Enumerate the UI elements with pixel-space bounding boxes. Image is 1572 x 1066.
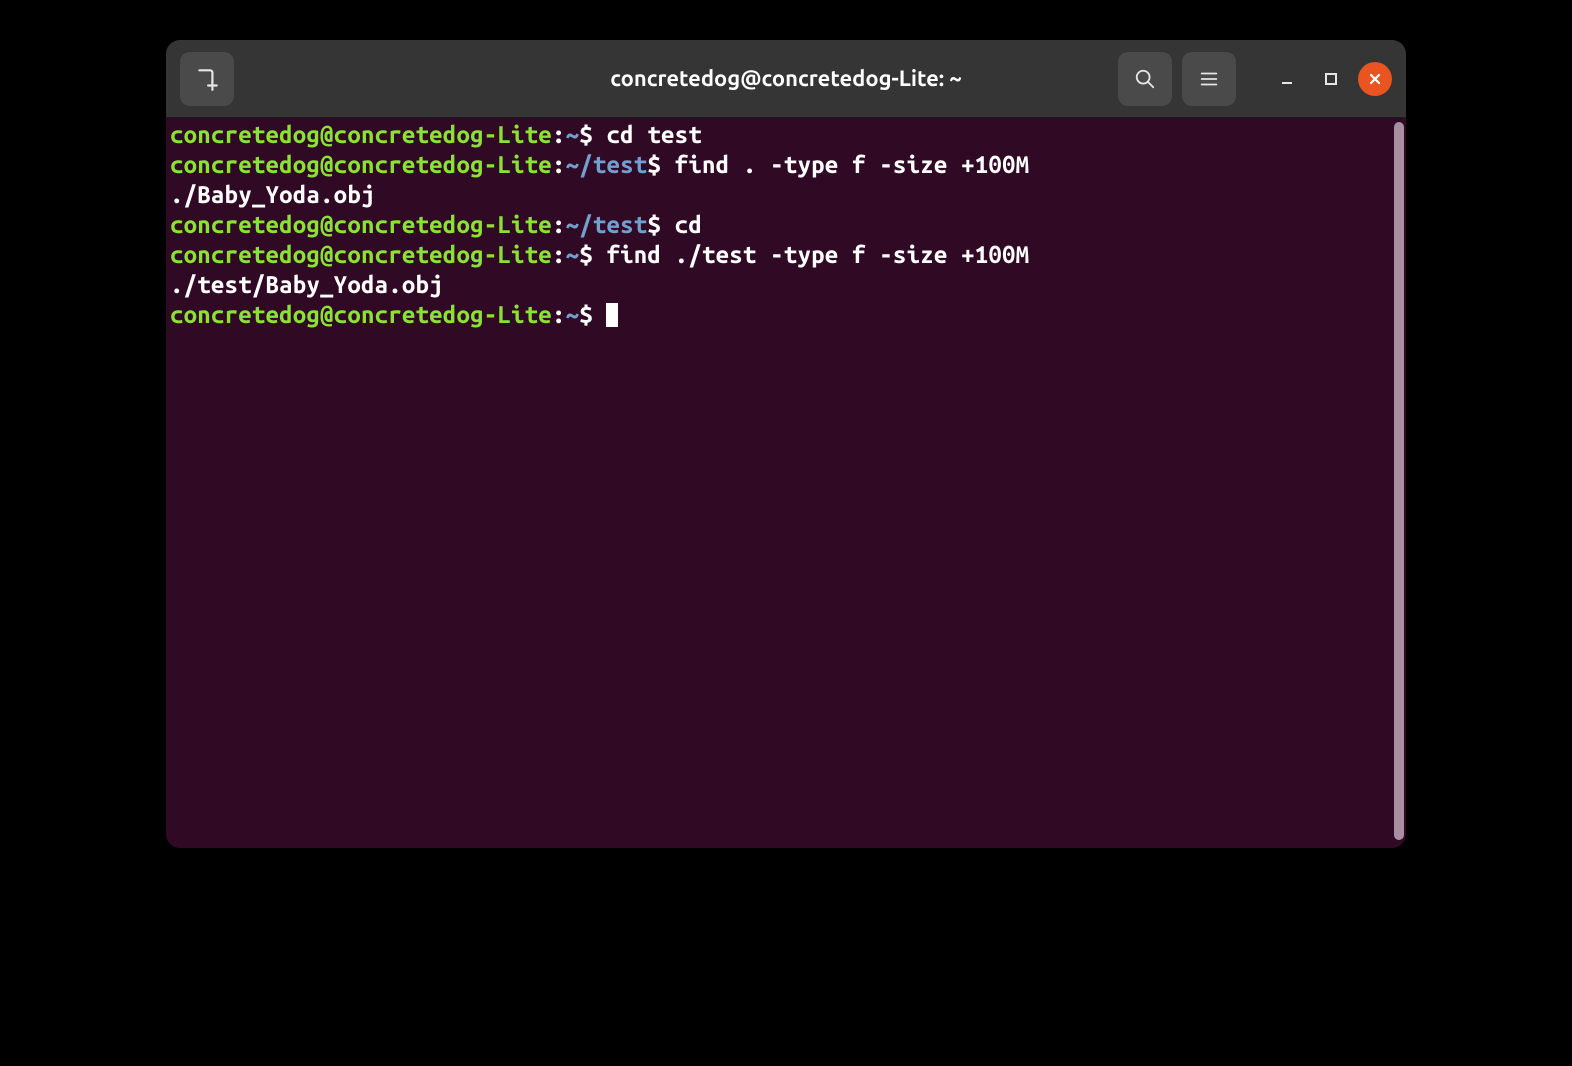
scrollbar-thumb[interactable] — [1394, 122, 1404, 840]
terminal-line: concretedog@concretedog-Lite:~/test$ fin… — [170, 150, 1390, 180]
prompt-dollar: $ — [579, 121, 593, 148]
prompt-path: ~/test — [566, 151, 648, 178]
prompt-path: ~ — [566, 241, 580, 268]
output-text: ./Baby_Yoda.obj — [170, 181, 375, 208]
terminal-line: concretedog@concretedog-Lite:~/test$ cd — [170, 210, 1390, 240]
output-text: ./test/Baby_Yoda.obj — [170, 271, 443, 298]
terminal-line: concretedog@concretedog-Lite:~$ cd test — [170, 120, 1390, 150]
command-text: cd — [661, 211, 702, 238]
command-text: find ./test -type f -size +100M — [593, 241, 1029, 268]
prompt-user: concretedog@concretedog-Lite — [170, 121, 552, 148]
cursor — [606, 303, 618, 327]
search-icon — [1134, 68, 1156, 90]
prompt-separator: : — [552, 121, 566, 148]
command-text: cd test — [593, 121, 702, 148]
titlebar: concretedog@concretedog-Lite: ~ — [166, 40, 1406, 118]
maximize-icon — [1324, 72, 1338, 86]
command-text: find . -type f -size +100M — [661, 151, 1029, 178]
terminal-viewport: concretedog@concretedog-Lite:~$ cd testc… — [166, 118, 1406, 848]
terminal-line: ./Baby_Yoda.obj — [170, 180, 1390, 210]
prompt-user: concretedog@concretedog-Lite — [170, 211, 552, 238]
prompt-user: concretedog@concretedog-Lite — [170, 301, 552, 328]
prompt-dollar: $ — [579, 241, 593, 268]
terminal-line: concretedog@concretedog-Lite:~$ find ./t… — [170, 240, 1390, 270]
new-tab-icon — [194, 66, 220, 92]
close-icon — [1368, 72, 1382, 86]
prompt-path: ~ — [566, 121, 580, 148]
prompt-path: ~ — [566, 301, 580, 328]
maximize-button[interactable] — [1314, 62, 1348, 96]
terminal-line: concretedog@concretedog-Lite:~$ — [170, 300, 1390, 330]
prompt-user: concretedog@concretedog-Lite — [170, 241, 552, 268]
new-tab-button[interactable] — [180, 52, 234, 106]
command-text — [593, 301, 607, 328]
minimize-icon — [1279, 71, 1295, 87]
prompt-user: concretedog@concretedog-Lite — [170, 151, 552, 178]
prompt-dollar: $ — [647, 211, 661, 238]
terminal-content[interactable]: concretedog@concretedog-Lite:~$ cd testc… — [166, 118, 1392, 848]
prompt-dollar: $ — [579, 301, 593, 328]
prompt-separator: : — [552, 241, 566, 268]
scrollbar[interactable] — [1392, 118, 1406, 848]
prompt-separator: : — [552, 211, 566, 238]
close-button[interactable] — [1358, 62, 1392, 96]
prompt-separator: : — [552, 301, 566, 328]
prompt-dollar: $ — [647, 151, 661, 178]
hamburger-menu-button[interactable] — [1182, 52, 1236, 106]
search-button[interactable] — [1118, 52, 1172, 106]
prompt-separator: : — [552, 151, 566, 178]
minimize-button[interactable] — [1270, 62, 1304, 96]
hamburger-icon — [1198, 68, 1220, 90]
prompt-path: ~/test — [566, 211, 648, 238]
terminal-line: ./test/Baby_Yoda.obj — [170, 270, 1390, 300]
terminal-window: concretedog@concretedog-Lite: ~ — [166, 40, 1406, 848]
